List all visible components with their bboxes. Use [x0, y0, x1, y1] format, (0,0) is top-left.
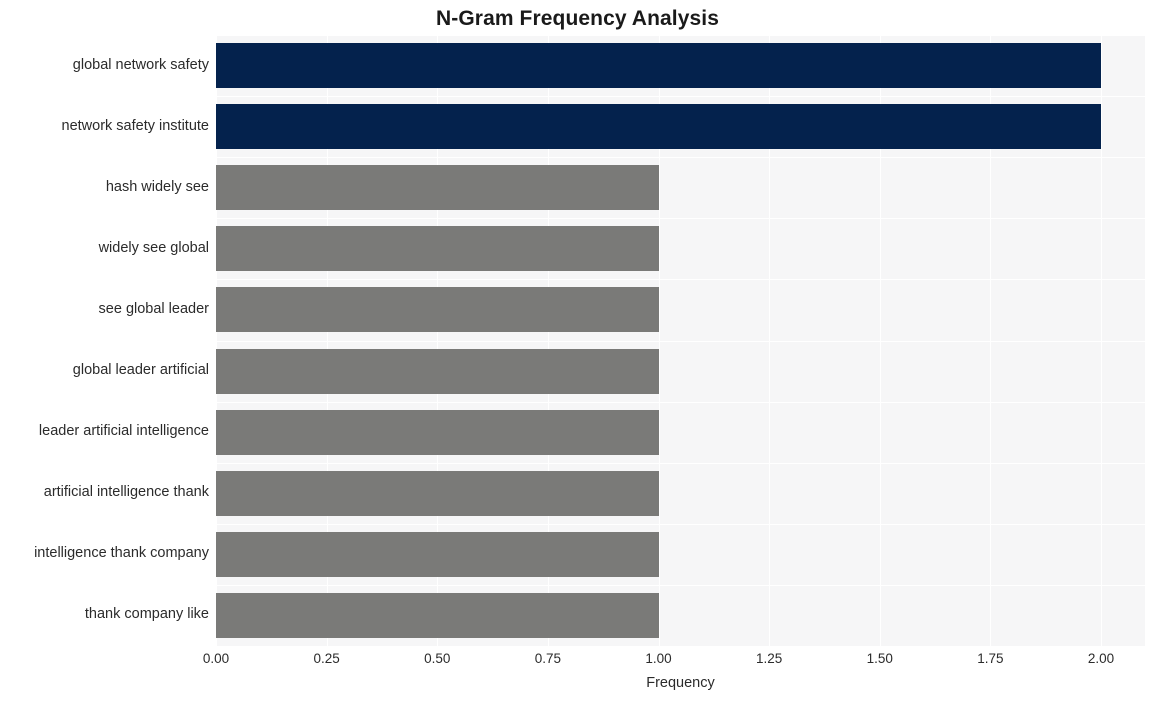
y-axis-tick-label: artificial intelligence thank	[43, 484, 209, 500]
y-axis-tick-label: hash widely see	[105, 179, 209, 195]
bar[interactable]	[216, 349, 659, 394]
x-axis-tick-labels: 0.00 0.25 0.50 0.75 1.00 1.25 1.50 1.75 2.00	[0, 650, 1155, 670]
y-axis-tick-label: global leader artificial	[72, 362, 209, 378]
gridline-horizontal	[216, 646, 1145, 647]
y-axis-tick-label: global network safety	[72, 57, 209, 73]
y-axis-tick-label: network safety institute	[61, 118, 210, 134]
y-axis-tick-label: leader artificial intelligence	[38, 423, 209, 439]
plot-area	[216, 35, 1145, 647]
x-axis-tick-label: 1.00	[645, 651, 672, 666]
x-axis-title: Frequency	[646, 675, 715, 691]
bar[interactable]	[216, 593, 659, 638]
bar[interactable]	[216, 43, 1101, 88]
x-axis-tick-label: 0.75	[534, 651, 562, 666]
chart-figure: N-Gram Frequency Analysis global network…	[0, 0, 1155, 701]
x-axis-tick-label: 1.50	[866, 651, 893, 666]
x-axis-tick-label: 2.00	[1087, 651, 1115, 666]
y-axis-tick-labels: global network safety network safety inst…	[0, 35, 209, 646]
x-axis-tick-label: 0.50	[424, 651, 451, 666]
chart-title: N-Gram Frequency Analysis	[436, 7, 719, 30]
bar[interactable]	[216, 287, 659, 332]
bar[interactable]	[216, 165, 659, 210]
x-axis-tick-label: 0.00	[202, 651, 230, 666]
y-axis-tick-label: thank company like	[84, 606, 209, 622]
x-axis-tick-label: 1.75	[977, 651, 1004, 666]
y-axis-tick-label: see global leader	[98, 301, 209, 317]
x-axis-tick-label: 0.25	[313, 651, 340, 666]
bars-layer	[216, 35, 1145, 646]
bar[interactable]	[216, 104, 1101, 149]
bar[interactable]	[216, 226, 659, 271]
y-axis-tick-label: intelligence thank company	[34, 545, 209, 561]
bar[interactable]	[216, 532, 659, 577]
bar[interactable]	[216, 410, 659, 455]
x-axis-tick-label: 1.25	[755, 651, 783, 666]
bar[interactable]	[216, 471, 659, 516]
y-axis-tick-label: widely see global	[98, 240, 209, 256]
